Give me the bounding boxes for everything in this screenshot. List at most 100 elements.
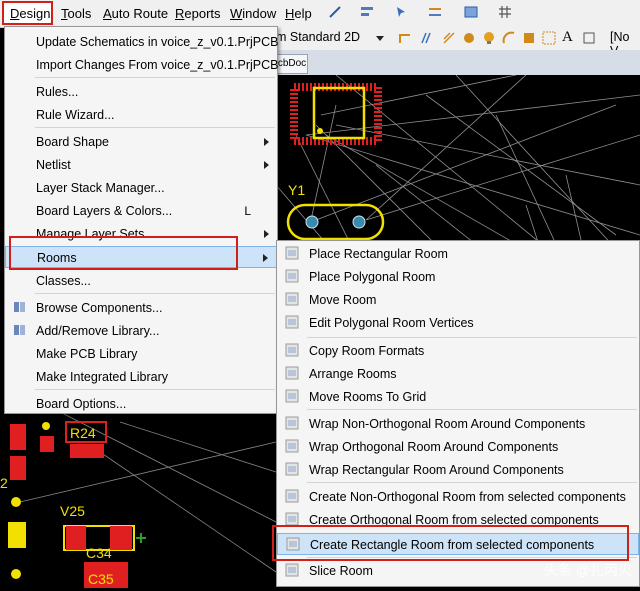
menu-item-label: Edit Polygonal Room Vertices (309, 316, 474, 330)
menu-item-label: Browse Components... (36, 301, 163, 315)
polygon-icon[interactable] (542, 31, 556, 45)
create-rectangle-room-annotation (272, 525, 629, 561)
rooms-menu-item-move-rooms-to-grid[interactable]: Move Rooms To Grid (277, 386, 639, 408)
menu-item-label: Make Integrated Library (36, 370, 169, 384)
menu-item-label: Board Options... (36, 397, 127, 411)
menu-item-label: Update Schematics in voice_z_v0.1.PrjPCB (36, 35, 279, 49)
design-menu-item-rules[interactable]: Rules... (5, 81, 277, 103)
diff-pair-icon[interactable] (420, 31, 434, 45)
menu-item-label: Slice Room (309, 564, 373, 578)
design-menu-item-import-changes-from-voice-z-v0-1-prjpcb[interactable]: Import Changes From voice_z_v0.1.PrjPCB (5, 54, 279, 76)
chevron-down-icon[interactable] (376, 36, 384, 41)
edit-vertices-icon (285, 315, 301, 331)
design-menu: Update Schematics in voice_z_v0.1.PrjPCB… (4, 26, 278, 414)
menu-item-label: Arrange Rooms (309, 367, 397, 381)
menu-separator (307, 337, 637, 338)
menu-window[interactable]: Window (230, 6, 276, 21)
view-dropdown[interactable]: m Standard 2D (276, 30, 360, 44)
menu-item-label: Rules... (36, 85, 79, 99)
wrap-non-orthogonal-icon (285, 416, 301, 432)
submenu-arrow-icon (264, 138, 269, 146)
menu-item-label: Create Non-Orthogonal Room from selected… (309, 490, 626, 504)
copy-room-formats-icon (285, 343, 301, 359)
arc-icon[interactable] (502, 31, 516, 45)
multi-route-icon[interactable] (442, 31, 456, 45)
design-menu-item-rule-wizard[interactable]: Rule Wizard... (5, 104, 277, 126)
rooms-menu-item-wrap-orthogonal-room-around-components[interactable]: Wrap Orthogonal Room Around Components (277, 436, 639, 458)
design-menu-item-classes[interactable]: Classes... (5, 270, 277, 292)
rooms-menu-item-edit-polygonal-room-vertices[interactable]: Edit Polygonal Room Vertices (277, 312, 639, 334)
rooms-menu-item-wrap-non-orthogonal-room-around-components[interactable]: Wrap Non-Orthogonal Room Around Componen… (277, 413, 639, 435)
menu-separator (35, 389, 275, 390)
menu-item-label: Move Room (309, 293, 377, 307)
rooms-menu-item-place-polygonal-room[interactable]: Place Polygonal Room (277, 266, 639, 288)
design-menu-item-add-remove-library[interactable]: Add/Remove Library... (5, 320, 277, 342)
menu-item-label: Classes... (36, 274, 91, 288)
wrap-orthogonal-icon (285, 439, 301, 455)
distribute-icon[interactable] (428, 5, 442, 19)
rooms-menu-item-place-rectangular-room[interactable]: Place Rectangular Room (277, 243, 639, 265)
rooms-menu-item-move-room[interactable]: Move Room (277, 289, 639, 311)
design-menu-item-netlist[interactable]: Netlist (5, 154, 277, 176)
two-label: 2 (0, 475, 8, 491)
menu-design[interactable]: Design (10, 6, 50, 21)
text-tool-icon[interactable]: A (562, 29, 573, 46)
design-menu-item-browse-components[interactable]: Browse Components... (5, 297, 277, 319)
c34-label: C34 (86, 545, 112, 561)
c35-label: C35 (88, 571, 114, 587)
design-menu-item-update-schematics-in-voice-z-v0-1-prjpcb[interactable]: Update Schematics in voice_z_v0.1.PrjPCB (5, 31, 279, 53)
menu-separator (35, 77, 275, 78)
pcb-document-tab[interactable]: cbDoc (276, 54, 308, 74)
menu-item-label: Import Changes From voice_z_v0.1.PrjPCB (36, 58, 279, 72)
wrap-rectangular-icon (285, 462, 301, 478)
route-icon[interactable] (398, 31, 412, 45)
line-tool-icon[interactable] (328, 5, 342, 19)
move-rooms-to-grid-icon (285, 389, 301, 405)
create-non-orthogonal-icon (285, 489, 301, 505)
place-polygonal-room-icon (285, 269, 301, 285)
menu-item-label: Board Layers & Colors... (36, 204, 173, 218)
menu-item-label: Wrap Orthogonal Room Around Components (309, 440, 559, 454)
browse-components-icon (13, 300, 29, 316)
layer-icon[interactable] (464, 5, 478, 19)
menu-item-label: Wrap Rectangular Room Around Components (309, 463, 564, 477)
submenu-arrow-icon (264, 161, 269, 169)
design-menu-item-board-options[interactable]: Board Options... (5, 393, 277, 415)
rooms-menu-item-wrap-rectangular-room-around-components[interactable]: Wrap Rectangular Room Around Components (277, 459, 639, 481)
design-menu-item-board-layers-colors[interactable]: Board Layers & Colors... L (5, 200, 277, 222)
rooms-menu-item-arrange-rooms[interactable]: Arrange Rooms (277, 363, 639, 385)
rooms-menu-item-copy-room-formats[interactable]: Copy Room Formats (277, 340, 639, 362)
grid-icon[interactable] (498, 5, 512, 19)
watermark: 头条 @扎丙火 (543, 562, 632, 578)
toolbar: m Standard 2D A [No V (276, 27, 640, 58)
pcb-canvas-lower[interactable]: R24 2 V25 C34 C35 (0, 411, 277, 588)
fill-icon[interactable] (522, 31, 536, 45)
menu-auto-route[interactable]: Auto Route (103, 6, 168, 21)
menu-item-label: Make PCB Library (36, 347, 138, 361)
document-tab-strip: cbDoc (276, 50, 640, 75)
rooms-menu-item-create-non-orthogonal-room-from-selected-components[interactable]: Create Non-Orthogonal Room from selected… (277, 486, 639, 508)
pad-icon[interactable] (482, 31, 496, 45)
via-icon[interactable] (462, 31, 476, 45)
menu-item-label: Board Shape (36, 135, 109, 149)
submenu-arrow-icon (263, 254, 268, 262)
menu-separator (35, 293, 275, 294)
library-icon (13, 323, 29, 339)
menu-tools[interactable]: Tools (61, 6, 91, 21)
design-menu-item-board-shape[interactable]: Board Shape (5, 131, 277, 153)
chip-footprint (290, 83, 382, 145)
dimension-icon[interactable] (582, 31, 596, 45)
y1-label: Y1 (288, 182, 305, 198)
design-menu-item-make-integrated-library[interactable]: Make Integrated Library (5, 366, 277, 388)
r24-label: R24 (70, 425, 96, 441)
menu-item-label: Rule Wizard... (36, 108, 115, 122)
align-icon[interactable] (360, 5, 374, 19)
design-menu-item-layer-stack-manager[interactable]: Layer Stack Manager... (5, 177, 277, 199)
menu-help[interactable]: Help (285, 6, 312, 21)
design-menu-item-make-pcb-library[interactable]: Make PCB Library (5, 343, 277, 365)
menu-bar: Design Tools Auto Route Reports Window H… (0, 0, 640, 28)
menu-reports[interactable]: Reports (175, 6, 221, 21)
place-rectangular-room-icon (285, 246, 301, 262)
menu-item-label: Layer Stack Manager... (36, 181, 165, 195)
select-icon[interactable] (394, 5, 408, 19)
